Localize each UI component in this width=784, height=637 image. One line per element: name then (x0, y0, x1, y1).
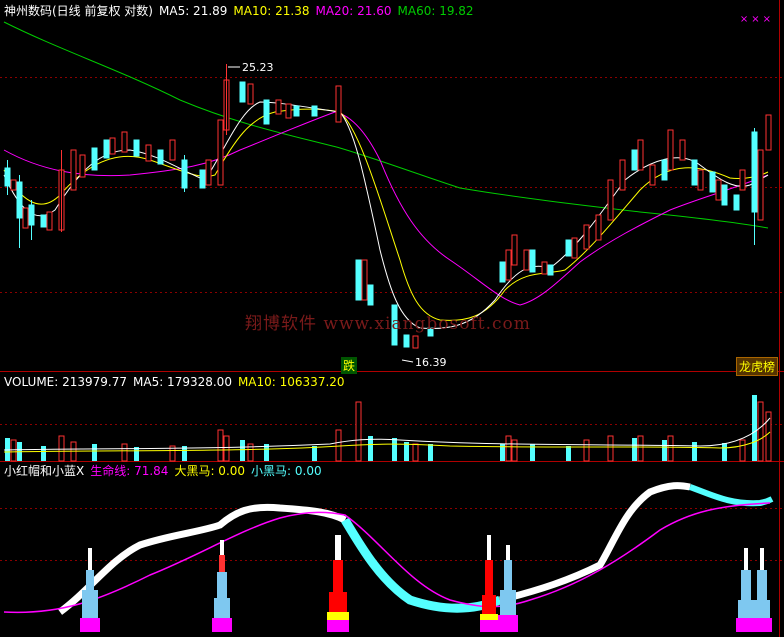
ma10-line (3, 108, 769, 321)
high-price-label: 25.23 (242, 61, 274, 74)
ma60-line (3, 21, 769, 229)
volume-bars (3, 395, 772, 462)
dragon-tiger-list-tag[interactable]: 龙虎榜 (736, 357, 779, 376)
volume-ma5-line (3, 417, 771, 451)
cyan-step-curve (341, 517, 502, 613)
drop-tag[interactable]: 跌 (341, 357, 358, 374)
indicator-panel (3, 482, 774, 632)
white-step-curve-2 (499, 482, 691, 604)
cyan-step-curve-2 (689, 484, 774, 507)
ma20-line (3, 111, 769, 306)
ma5-line (3, 101, 769, 330)
candlesticks (4, 64, 772, 349)
watermark: 翔博软件 www.xiangbosoft.com (245, 314, 531, 334)
low-price-label: 16.39 (415, 356, 447, 369)
